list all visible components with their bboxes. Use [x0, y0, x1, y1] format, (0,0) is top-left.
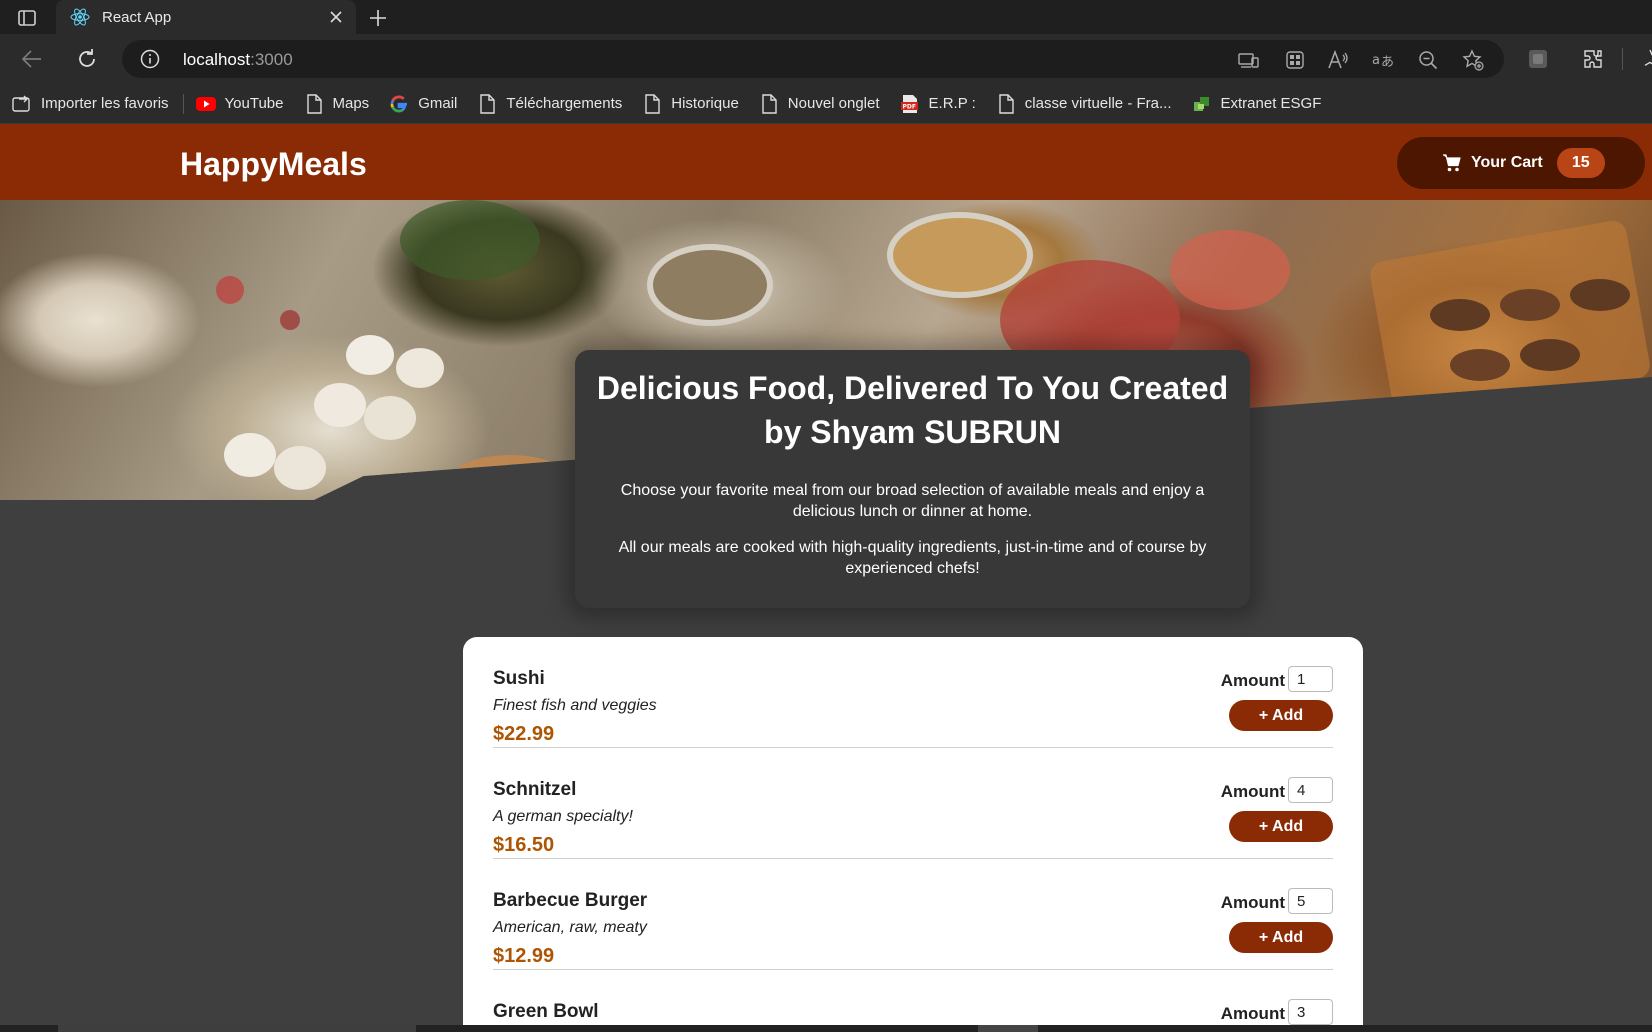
scrollbar-thumb[interactable] — [978, 1025, 1038, 1032]
summary-paragraph: Choose your favorite meal from our broad… — [620, 482, 1205, 520]
app-logo: HappyMeals — [180, 146, 367, 182]
bookmarks-bar: Importer les favoris YouTube Maps Gmail … — [0, 84, 1652, 124]
extensions-icon[interactable] — [1581, 47, 1605, 71]
close-icon[interactable] — [324, 5, 348, 29]
url-text: localhost:3000 — [183, 50, 293, 69]
page-icon — [642, 93, 662, 114]
cart-button[interactable]: Your Cart 15 — [1397, 137, 1645, 189]
bookmark-extranet[interactable]: Extranet ESGF — [1192, 89, 1322, 119]
google-icon — [389, 94, 409, 114]
bookmark-downloads[interactable]: Téléchargements — [477, 89, 622, 119]
meal-item: Green Bowl Amount — [493, 970, 1333, 1032]
import-icon — [12, 94, 32, 114]
amount-input[interactable] — [1288, 888, 1333, 914]
back-arrow-icon[interactable] — [17, 44, 47, 74]
meals-list: Sushi Finest fish and veggies $22.99 Amo… — [463, 637, 1363, 1032]
amount-label: Amount — [1220, 671, 1285, 690]
bookmark-label: Importer les favoris — [41, 95, 169, 112]
cart-count-badge: 15 — [1556, 148, 1605, 178]
bookmark-label: Historique — [671, 95, 739, 112]
bookmark-label: Gmail — [418, 95, 458, 112]
amount-label: Amount — [1220, 782, 1285, 801]
meal-name: Sushi — [493, 668, 545, 689]
horizontal-scrollbar[interactable] — [0, 1025, 1652, 1032]
summary-card: Delicious Food, Delivered To You Created… — [575, 350, 1250, 608]
amount-input[interactable] — [1288, 999, 1333, 1025]
page-icon — [759, 93, 779, 114]
favorites-icon[interactable] — [1636, 47, 1652, 71]
youtube-icon — [195, 94, 216, 114]
bookmark-erp[interactable]: PDF E.R.P : — [900, 89, 976, 119]
meal-description: A german specialty! — [493, 808, 633, 825]
meal-price: $12.99 — [493, 945, 555, 967]
amount-input[interactable] — [1288, 777, 1333, 803]
bookmark-youtube[interactable]: YouTube — [195, 89, 284, 119]
apps-icon[interactable] — [1284, 49, 1306, 71]
refresh-icon[interactable] — [72, 44, 102, 74]
bookmark-label: Maps — [332, 95, 370, 112]
favorite-star-icon[interactable] — [1462, 49, 1484, 71]
tab-react-app[interactable]: React App — [56, 0, 356, 34]
bookmark-label: Téléchargements — [506, 95, 623, 112]
add-button[interactable]: + Add — [1229, 700, 1333, 731]
bookmark-label: E.R.P : — [928, 95, 976, 112]
page-icon — [996, 93, 1016, 114]
meal-description: American, raw, meaty — [493, 919, 647, 936]
react-icon — [70, 7, 90, 27]
read-aloud-icon[interactable] — [1327, 49, 1349, 71]
meal-name: Green Bowl — [493, 1001, 599, 1022]
bookmark-import[interactable]: Importer les favoris — [12, 89, 169, 119]
scrollbar-thumb[interactable] — [58, 1025, 416, 1032]
meal-price: $22.99 — [493, 723, 555, 745]
summary-title: Delicious Food, Delivered To You Created… — [596, 370, 1229, 450]
bookmark-label: Extranet ESGF — [1220, 95, 1322, 112]
meal-name: Schnitzel — [493, 779, 577, 800]
meal-item: Sushi Finest fish and veggies $22.99 Amo… — [493, 637, 1333, 748]
bookmark-classe-virtuelle[interactable]: classe virtuelle - Fra... — [996, 89, 1172, 119]
add-button[interactable]: + Add — [1229, 922, 1333, 953]
bookmark-gmail[interactable]: Gmail — [389, 89, 457, 119]
site-info-icon[interactable] — [140, 49, 160, 69]
summary-paragraph: All our meals are cooked with high-quali… — [618, 539, 1207, 577]
bookmark-divider — [182, 93, 184, 114]
bookmark-label: classe virtuelle - Fra... — [1024, 95, 1172, 112]
cart-icon — [1441, 152, 1463, 174]
toolbar-divider — [1622, 48, 1623, 70]
page-icon — [477, 93, 497, 114]
cart-label: Your Cart — [1471, 154, 1543, 171]
tab-title: React App — [102, 8, 172, 26]
extranet-icon — [1192, 94, 1212, 114]
meal-name: Barbecue Burger — [493, 890, 648, 911]
svg-text:あ: あ — [1381, 55, 1394, 70]
page-icon — [304, 93, 324, 114]
device-icon[interactable] — [1238, 49, 1260, 71]
svg-text:PDF: PDF — [902, 103, 915, 110]
bookmark-new-tab[interactable]: Nouvel onglet — [759, 89, 880, 119]
meal-price: $16.50 — [493, 834, 555, 856]
pdf-icon: PDF — [900, 94, 920, 114]
translate-icon[interactable]: aあ — [1372, 49, 1394, 71]
tab-actions-icon[interactable] — [10, 5, 44, 31]
svg-text:a: a — [1372, 53, 1380, 68]
amount-input[interactable] — [1288, 666, 1333, 692]
bookmark-label: Nouvel onglet — [787, 95, 880, 112]
meal-description: Finest fish and veggies — [493, 697, 657, 714]
browser-tab-bar: React App — [0, 0, 1652, 34]
address-bar[interactable]: localhost:3000 aあ — [122, 40, 1504, 78]
new-tab-button[interactable] — [364, 4, 392, 32]
browser-toolbar: localhost:3000 aあ — [0, 34, 1652, 84]
app-header: HappyMeals Your Cart 15 — [0, 124, 1652, 200]
bookmark-label: YouTube — [224, 95, 284, 112]
zoom-out-icon[interactable] — [1417, 49, 1439, 71]
add-button[interactable]: + Add — [1229, 811, 1333, 842]
amount-label: Amount — [1220, 1004, 1285, 1023]
meal-item: Barbecue Burger American, raw, meaty $12… — [493, 859, 1333, 970]
meal-item: Schnitzel A german specialty! $16.50 Amo… — [493, 748, 1333, 859]
amount-label: Amount — [1220, 893, 1285, 912]
bookmark-history[interactable]: Historique — [642, 89, 739, 119]
profile-icon[interactable] — [1526, 47, 1550, 71]
bookmark-maps[interactable]: Maps — [304, 89, 370, 119]
